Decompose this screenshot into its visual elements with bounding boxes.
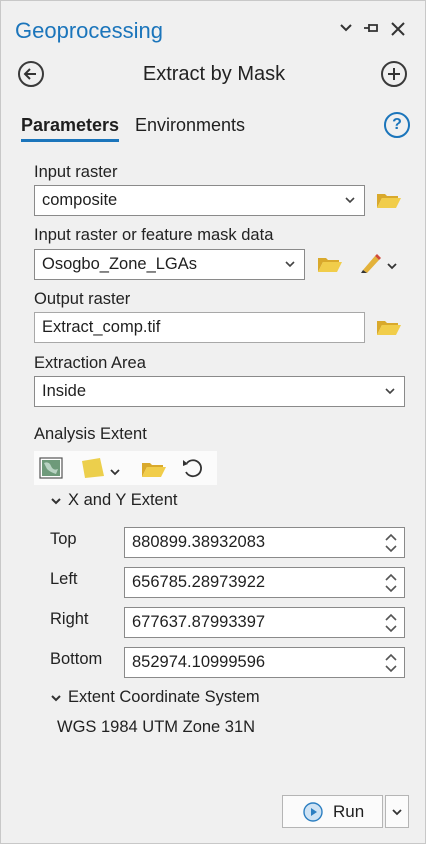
browse-extent-folder-icon[interactable]	[141, 459, 167, 484]
coord-system-collapse-chevron-icon[interactable]	[50, 691, 62, 709]
play-icon	[303, 801, 323, 822]
sketch-chevron-down-icon[interactable]	[387, 258, 397, 276]
reset-extent-icon[interactable]	[181, 457, 205, 484]
browse-folder-icon[interactable]	[376, 190, 402, 215]
browse-folder-icon[interactable]	[376, 317, 402, 342]
chevron-down-icon	[392, 809, 402, 816]
add-button[interactable]	[381, 61, 407, 87]
spinner-arrows-icon[interactable]	[384, 571, 398, 595]
pane-title: Geoprocessing	[15, 18, 163, 43]
tab-parameters[interactable]: Parameters	[21, 115, 119, 136]
extent-left-value: 656785.28973922	[132, 573, 266, 591]
extraction-area-value: Inside	[42, 382, 87, 400]
layer-extent-icon[interactable]	[80, 457, 106, 484]
output-raster-input[interactable]: Extract_comp.tif	[34, 312, 365, 343]
input-raster-dropdown[interactable]: composite	[34, 185, 365, 216]
extent-bottom-value: 852974.10999596	[132, 653, 266, 671]
plus-icon	[388, 68, 400, 80]
output-raster-label: Output raster	[34, 290, 131, 308]
coord-system-group-label: Extent Coordinate System	[68, 688, 260, 706]
extent-right-label: Right	[50, 610, 89, 628]
extent-left-input[interactable]: 656785.28973922	[124, 567, 405, 598]
extent-left-label: Left	[50, 570, 78, 588]
output-raster-value: Extract_comp.tif	[42, 318, 161, 336]
spinner-arrows-icon[interactable]	[384, 611, 398, 635]
help-icon[interactable]: ?	[384, 112, 410, 138]
extent-right-value: 677637.87993397	[132, 613, 266, 631]
spinner-arrows-icon[interactable]	[384, 531, 398, 555]
run-button[interactable]: Run	[282, 795, 383, 828]
geoprocessing-pane: Geoprocessing Extract by Mask Parameters…	[0, 0, 426, 844]
analysis-extent-label: Analysis Extent	[34, 425, 147, 443]
extraction-area-dropdown[interactable]: Inside	[34, 376, 405, 407]
layer-extent-chevron-down-icon[interactable]	[110, 464, 120, 482]
input-raster-label: Input raster	[34, 163, 118, 181]
mask-value: Osogbo_Zone_LGAs	[42, 255, 198, 273]
run-label: Run	[333, 801, 365, 821]
browse-folder-icon[interactable]	[317, 254, 343, 279]
close-icon[interactable]	[390, 21, 406, 42]
chevron-down-icon	[285, 261, 295, 268]
extent-top-value: 880899.38932083	[132, 533, 266, 551]
extent-bottom-input[interactable]: 852974.10999596	[124, 647, 405, 678]
mask-dropdown[interactable]: Osogbo_Zone_LGAs	[34, 249, 305, 280]
run-options-button[interactable]	[385, 795, 409, 828]
chevron-down-icon	[385, 388, 395, 395]
extent-top-input[interactable]: 880899.38932083	[124, 527, 405, 558]
spinner-arrows-icon[interactable]	[384, 651, 398, 675]
xy-extent-group-label: X and Y Extent	[68, 491, 178, 509]
pin-icon[interactable]	[363, 21, 381, 40]
input-raster-value: composite	[42, 191, 118, 209]
tab-active-indicator	[21, 139, 119, 142]
current-display-extent-icon[interactable]	[39, 457, 63, 484]
extent-top-label: Top	[50, 530, 77, 548]
mask-label: Input raster or feature mask data	[34, 226, 274, 244]
coord-system-value: WGS 1984 UTM Zone 31N	[57, 718, 256, 736]
tab-environments[interactable]: Environments	[135, 115, 245, 136]
extraction-area-label: Extraction Area	[34, 354, 146, 372]
extent-right-input[interactable]: 677637.87993397	[124, 607, 405, 638]
pane-menu-chevron-icon[interactable]	[339, 21, 353, 40]
sketch-pencil-icon[interactable]	[359, 252, 383, 279]
extent-bottom-label: Bottom	[50, 650, 103, 668]
chevron-down-icon	[345, 197, 355, 204]
tool-title: Extract by Mask	[142, 63, 286, 85]
xy-extent-collapse-chevron-icon[interactable]	[50, 494, 62, 512]
